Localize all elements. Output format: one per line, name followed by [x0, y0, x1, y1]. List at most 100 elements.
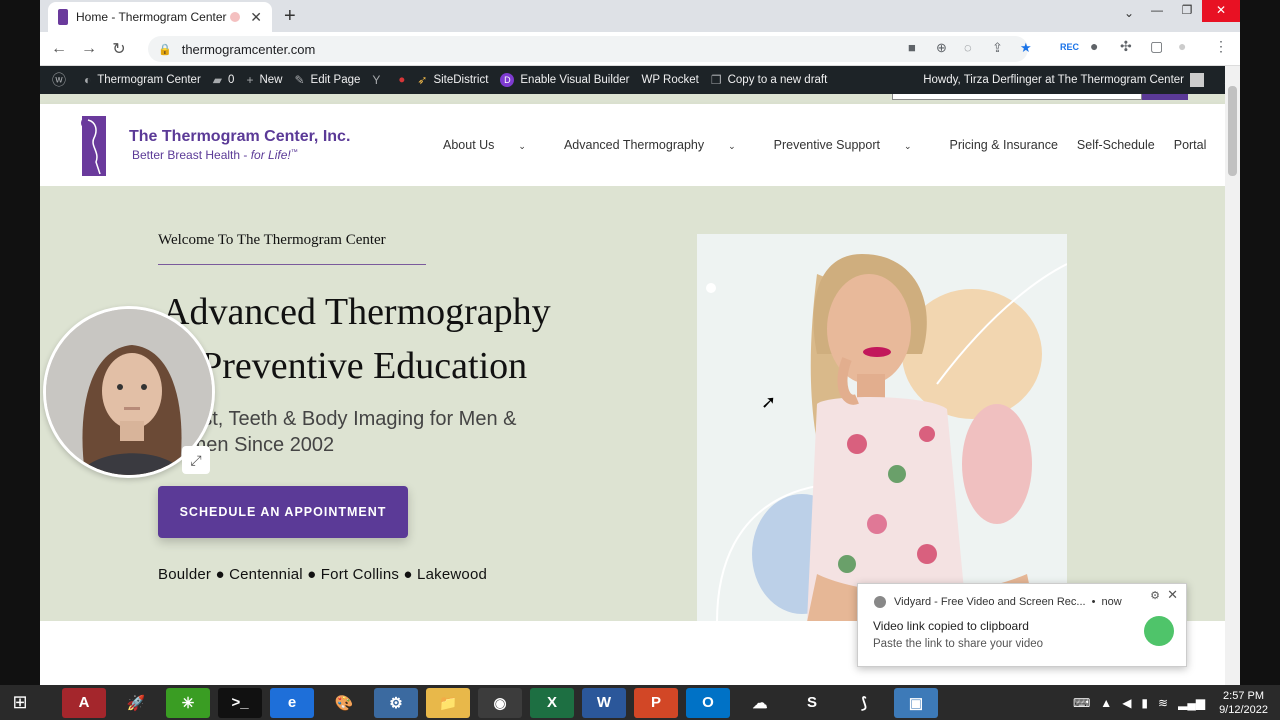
menu-kebab-icon[interactable]: ⋮	[1214, 38, 1228, 55]
taskbar-green-app-button[interactable]: ✳	[166, 687, 210, 718]
volume-icon[interactable]: ◀	[1122, 696, 1131, 710]
close-window-button[interactable]: ✕	[1202, 0, 1240, 22]
window-controls: — ❐ ✕	[1142, 0, 1240, 22]
nav-pricing-insurance[interactable]: Pricing & Insurance	[950, 138, 1058, 152]
wifi-icon[interactable]: ≋	[1158, 696, 1168, 710]
rocket-icon: ➶	[417, 73, 428, 87]
site-search-button[interactable]	[1142, 94, 1188, 100]
nav-self-schedule[interactable]: Self-Schedule	[1077, 138, 1155, 152]
site-header: The Thermogram Center, Inc. Better Breas…	[40, 104, 1225, 186]
taskbar-outlook-button[interactable]: O	[686, 687, 730, 718]
taskbar-chrome-button[interactable]: ◉	[478, 687, 522, 718]
taskbar-ie-button[interactable]: e	[270, 687, 314, 718]
wp-comments-link[interactable]: ▰ 0	[213, 73, 235, 87]
minimize-button[interactable]: —	[1142, 0, 1172, 22]
locations-text: Boulder ● Centennial ● Fort Collins ● La…	[158, 566, 488, 583]
site-search-input[interactable]	[892, 94, 1142, 100]
wp-admin-bar: ⓦ ◐ Thermogram Center ▰ 0 + New ✎ Edit Page …	[40, 66, 1240, 94]
desktop-left	[0, 0, 40, 685]
schedule-appointment-button[interactable]: SCHEDULE AN APPOINTMENT	[158, 486, 408, 538]
chevron-down-icon: ⌄	[518, 141, 526, 151]
status-dot-icon: ●	[398, 74, 406, 86]
yoast-icon[interactable]: Y	[372, 73, 386, 87]
forward-button[interactable]: →	[74, 40, 104, 58]
welcome-divider	[158, 264, 426, 265]
nav-advanced-thermography[interactable]: Advanced Thermography ⌄	[564, 138, 755, 152]
profile-icon[interactable]: ●	[1178, 38, 1186, 54]
gear-icon[interactable]: ⚙	[1150, 589, 1160, 602]
dashboard-icon: ◐	[84, 73, 92, 87]
copy-icon: ❐	[710, 73, 722, 87]
wp-sitedistrict-link[interactable]: ➶ SiteDistrict	[417, 73, 488, 87]
taskbar-acrobat-button[interactable]: ⟆	[842, 687, 886, 718]
taskbar: ⊞ A 🚀 ✳ >_ e 🎨 ⚙ 📁 ◉ X W P O ☁ S ⟆ ▣ ⌨ ▲ ◀ ▮ ≋ ▂▄▆ 2:57 …	[0, 685, 1280, 720]
wp-visual-builder-link[interactable]: D Enable Visual Builder	[500, 73, 630, 87]
bookmark-star-icon[interactable]: ★	[1020, 40, 1032, 56]
chevron-down-icon: ⌄	[903, 141, 912, 151]
url-text: thermogramcenter.com	[181, 41, 316, 57]
logo-name[interactable]: The Thermogram Center, Inc.	[129, 128, 350, 146]
signal-icon[interactable]: ▂▄▆	[1178, 696, 1205, 710]
comment-icon: ▰	[212, 73, 223, 87]
taskbar-photos-button[interactable]: ▣	[894, 687, 938, 718]
zoom-icon[interactable]: ⊕	[936, 40, 947, 56]
taskbar-rocket-button[interactable]: 🚀	[114, 687, 158, 718]
keyboard-icon[interactable]: ⌨	[1073, 696, 1090, 710]
browser-tab[interactable]: Home - Thermogram Center ✕	[48, 2, 272, 32]
taskbar-word-button[interactable]: W	[582, 687, 626, 718]
wp-logo-icon[interactable]: ⓦ	[52, 70, 72, 90]
back-button[interactable]: ←	[44, 40, 74, 58]
clock[interactable]: 2:57 PM 9/12/2022	[1219, 689, 1268, 717]
start-button[interactable]: ⊞	[0, 685, 40, 720]
logo-figure-icon[interactable]	[78, 112, 112, 178]
tab-close-button[interactable]: ✕	[250, 9, 262, 26]
taskbar-terminal-button[interactable]: >_	[218, 687, 262, 718]
taskbar-control-button[interactable]: ⚙	[374, 687, 418, 718]
taskbar-s-app-button[interactable]: S	[790, 687, 834, 718]
address-bar[interactable]: 🔒 thermogramcenter.com ■ ⊕ ◌ ⇪ ★	[148, 36, 1032, 62]
nav-preventive-support[interactable]: Preventive Support ⌄	[774, 138, 931, 152]
scrollbar-thumb[interactable]	[1228, 86, 1237, 176]
share-icon[interactable]: ⇪	[992, 40, 1003, 56]
headline-line-1: Advanced Thermography	[162, 291, 551, 333]
wp-rocket-link[interactable]: WP Rocket	[642, 74, 699, 86]
nav-portal[interactable]: Portal	[1174, 138, 1207, 152]
wp-edit-link[interactable]: ✎ Edit Page	[294, 73, 360, 87]
restore-button[interactable]: ❐	[1172, 0, 1202, 22]
close-icon[interactable]: ✕	[1167, 587, 1178, 603]
taskbar-explorer-button[interactable]: 📁	[426, 687, 470, 718]
taskbar-excel-button[interactable]: X	[530, 687, 574, 718]
taskbar-paint-button[interactable]: 🎨	[322, 687, 366, 718]
subheading-line-1: Breast, Teeth & Body Imaging for Men &	[160, 408, 517, 430]
network-icon[interactable]: ▮	[1141, 696, 1148, 710]
browser-toolbar: ← → ↻ 🔒 thermogramcenter.com ■ ⊕ ◌ ⇪ ★ R…	[40, 32, 1240, 66]
wp-copy-draft-link[interactable]: ❐ Copy to a new draft	[711, 73, 828, 87]
sidepanel-icon[interactable]: ▢	[1150, 38, 1163, 55]
rec-extension-icon[interactable]: REC	[1060, 42, 1079, 52]
taskbar-access-button[interactable]: A	[62, 687, 106, 718]
expand-icon[interactable]: ⤢	[182, 446, 210, 474]
clock-date: 9/12/2022	[1219, 703, 1268, 716]
wp-site-link[interactable]: ◐ Thermogram Center	[84, 73, 201, 87]
taskbar-lotus-button[interactable]: ☁	[738, 687, 782, 718]
eye-off-icon[interactable]: ◌	[964, 40, 972, 55]
tab-search-button[interactable]: ⌄	[1124, 6, 1134, 20]
plus-icon: +	[246, 73, 254, 87]
vidyard-bot-icon	[1144, 616, 1174, 646]
notification-detail: Paste the link to share your video	[873, 638, 1044, 650]
new-tab-button[interactable]: +	[284, 5, 296, 28]
wp-new-link[interactable]: + New	[246, 73, 282, 87]
tray-up-icon[interactable]: ▲	[1100, 696, 1112, 710]
headline-line-2: & Preventive Education	[162, 345, 528, 387]
wp-account-menu[interactable]: Howdy, Tirza Derflinger at The Thermogra…	[923, 66, 1204, 94]
taskbar-powerpoint-button[interactable]: P	[634, 687, 678, 718]
extension-avatar-icon[interactable]: ●	[1090, 38, 1098, 54]
separator-dot: •	[1091, 596, 1096, 608]
page-scrollbar[interactable]	[1225, 66, 1240, 685]
welcome-heading: Welcome To The Thermogram Center	[158, 232, 386, 248]
camera-icon[interactable]: ■	[908, 40, 916, 55]
extensions-puzzle-icon[interactable]: ✣	[1120, 38, 1132, 55]
reload-button[interactable]: ↻	[104, 39, 134, 59]
nav-about-us[interactable]: About Us ⌄	[443, 138, 545, 152]
vidyard-notification[interactable]: Vidyard - Free Video and Screen Rec... •…	[857, 583, 1187, 667]
